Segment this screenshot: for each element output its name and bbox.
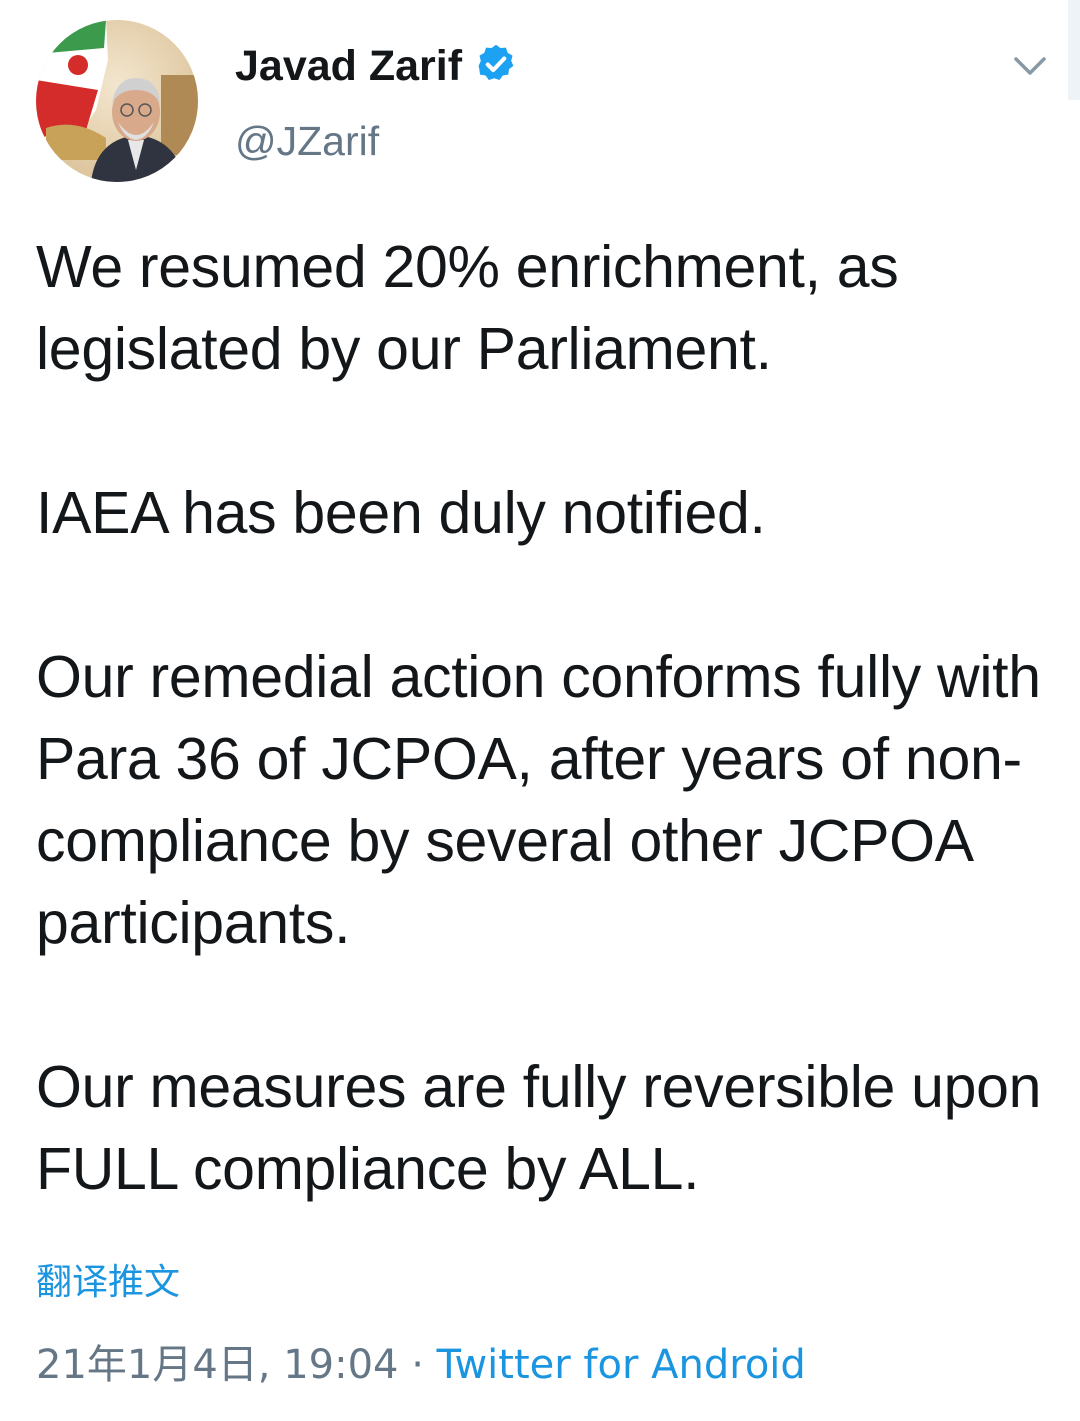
verified-badge-icon (478, 44, 514, 80)
tweet-text: We resumed 20% enrichment, as legislated… (36, 226, 1056, 1210)
author-handle[interactable]: @JZarif (235, 116, 379, 166)
tweet-source-link[interactable]: Twitter for Android (437, 1342, 806, 1388)
author-avatar[interactable] (36, 20, 198, 182)
tweet-metadata: 21年1月4日, 19:04 · Twitter for Android (36, 1338, 806, 1392)
profile-photo (36, 20, 198, 182)
chevron-down-icon[interactable] (1008, 46, 1052, 86)
scrollbar[interactable] (1068, 0, 1080, 100)
tweet-paragraph: IAEA has been duly notified. (36, 480, 766, 546)
tweet-paragraph: We resumed 20% enrichment, as legislated… (36, 234, 899, 382)
tweet-paragraph: Our measures are fully reversible upon F… (36, 1054, 1042, 1202)
translate-tweet-link[interactable]: 翻译推文 (36, 1258, 180, 1308)
tweet-timestamp[interactable]: 21年1月4日, 19:04 (36, 1342, 399, 1388)
meta-separator: · (411, 1342, 424, 1388)
tweet-paragraph: Our remedial action conforms fully with … (36, 644, 1041, 956)
author-display-name[interactable]: Javad Zarif (235, 40, 462, 92)
